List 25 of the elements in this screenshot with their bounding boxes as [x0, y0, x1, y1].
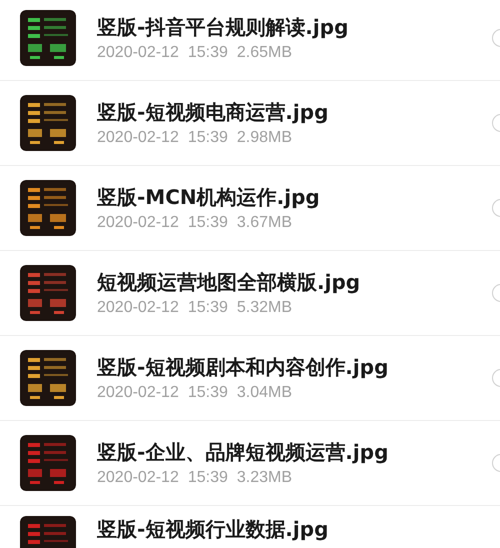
file-time: 15:39 — [188, 298, 228, 318]
file-name: 竖版-短视频行业数据.jpg — [97, 516, 330, 542]
file-name: 竖版-短视频剧本和内容创作.jpg — [97, 354, 390, 380]
file-time: 15:39 — [188, 382, 228, 402]
file-size: 3.67MB — [236, 212, 292, 232]
file-date: 2020-02-12 — [97, 42, 179, 62]
file-date: 2020-02-12 — [97, 128, 179, 148]
file-time: 15:39 — [188, 468, 228, 488]
file-time: 15:39 — [188, 212, 228, 232]
file-date: 2020-02-12 — [97, 382, 179, 402]
file-date: 2020-02-12 — [97, 212, 179, 232]
file-time: 15:39 — [188, 42, 228, 62]
file-size: 2.98MB — [236, 128, 292, 148]
file-date: 2020-02-12 — [97, 298, 179, 318]
file-name: 短视频运营地图全部横版.jpg — [97, 268, 362, 294]
file-date: 2020-02-12 — [97, 468, 179, 488]
file-name: 竖版-短视频电商运营.jpg — [97, 98, 330, 124]
file-size: 3.04MB — [236, 382, 292, 402]
file-size: 2.65MB — [236, 42, 292, 62]
file-size: 5.32MB — [236, 298, 292, 318]
file-time: 15:39 — [188, 128, 228, 148]
file-name: 竖版-抖音平台规则解读.jpg — [97, 14, 350, 40]
file-name: 竖版-MCN机构运作.jpg — [97, 184, 321, 210]
file-size: 3.23MB — [236, 468, 292, 488]
file-name: 竖版-企业、品牌短视频运营.jpg — [97, 438, 390, 464]
